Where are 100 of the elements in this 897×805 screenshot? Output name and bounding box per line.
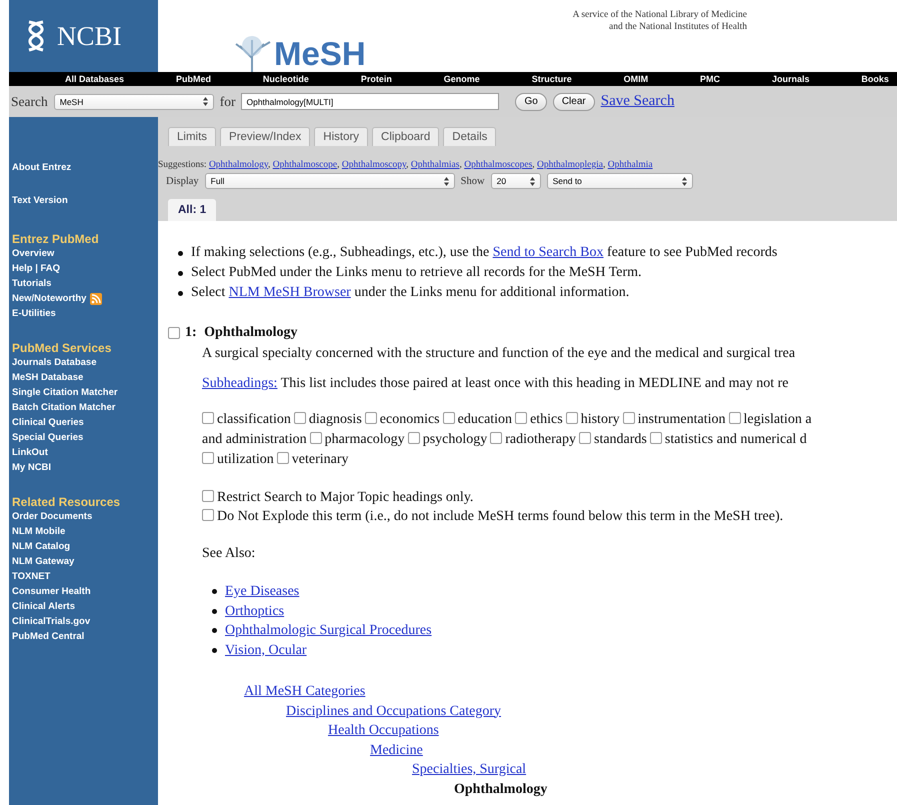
sidebar-link[interactable]: Single Citation Matcher: [12, 385, 118, 400]
checkbox[interactable]: [442, 412, 455, 424]
sidebar-link[interactable]: Help | FAQ: [12, 261, 60, 276]
sidebar-link[interactable]: My NCBI: [12, 460, 52, 475]
results-tab[interactable]: All: 1: [168, 199, 216, 221]
suggestion-link[interactable]: Ophthalmoscope: [272, 160, 338, 170]
database-link[interactable]: PubMed: [176, 74, 211, 84]
search-field[interactable]: Ophthalmology[MULTI]: [241, 93, 500, 110]
subheadings-link[interactable]: Subheadings:: [202, 376, 278, 391]
sidebar-link[interactable]: Journals Database: [12, 355, 96, 370]
tip-link[interactable]: NLM MeSH Browser: [228, 285, 351, 300]
sidebar-link[interactable]: PubMed Central: [12, 629, 84, 644]
sidebar-link[interactable]: TOXNET: [12, 569, 50, 584]
tree-link[interactable]: All MeSH Categories: [244, 684, 366, 699]
save-search-link[interactable]: Save Search: [600, 93, 674, 110]
subheading-label: legislation a: [744, 412, 812, 427]
sidebar-link[interactable]: NLM Mobile: [12, 524, 66, 539]
sidebar-link[interactable]: About Entrez: [12, 162, 158, 173]
checkbox[interactable]: [490, 432, 502, 444]
subheading-label: statistics and numerical d: [664, 432, 807, 447]
sidebar-link[interactable]: Consumer Health: [12, 584, 91, 599]
see-also-link[interactable]: Orthoptics: [225, 602, 284, 621]
checkbox[interactable]: [202, 490, 214, 502]
display-select[interactable]: Full: [204, 173, 455, 189]
database-select[interactable]: MeSH: [54, 94, 214, 110]
sidebar-link[interactable]: ClinicalTrials.gov: [12, 614, 90, 629]
sidebar-link[interactable]: New/Noteworthy: [12, 291, 86, 306]
show-select[interactable]: 20: [490, 173, 541, 189]
suggestion-link[interactable]: Ophthalmoscopy: [342, 160, 406, 170]
sidebar-link[interactable]: Order Documents: [12, 509, 92, 524]
definition-text: A surgical specialty concerned with the structure and function of the eye and the medical and surgical trea: [202, 346, 796, 362]
see-also-link[interactable]: Ophthalmologic Surgical Procedures: [225, 621, 432, 640]
sidebar-link[interactable]: Text Version: [12, 195, 158, 206]
sidebar-link[interactable]: Clinical Alerts: [12, 599, 76, 614]
subheading-label: classification: [217, 412, 291, 427]
sidebar-link[interactable]: MeSH Database: [12, 370, 84, 385]
checkbox[interactable]: [168, 327, 180, 339]
tab[interactable]: Clipboard: [372, 127, 440, 146]
sidebar-link[interactable]: Tutorials: [12, 276, 52, 291]
tab[interactable]: Preview/Index: [220, 127, 310, 146]
sidebar-link[interactable]: E-Utilities: [12, 306, 56, 321]
checkbox[interactable]: [566, 412, 578, 424]
suggestion-link[interactable]: Ophthalmology: [208, 160, 268, 170]
suggestion-link[interactable]: Ophthalmoplegia: [537, 160, 604, 170]
subheading-label: pharmacology: [324, 432, 405, 447]
checkbox[interactable]: [310, 432, 322, 444]
tab[interactable]: Limits: [168, 127, 216, 146]
tip-link[interactable]: Send to Search Box: [492, 245, 604, 260]
tip-text: Select PubMed under the Links menu to retrieve all records for the MeSH Term.: [191, 264, 642, 282]
sidebar-link[interactable]: Batch Citation Matcher: [12, 400, 116, 415]
sidebar-link[interactable]: Special Queries: [12, 430, 84, 445]
subheading-label: psychology: [422, 432, 488, 447]
see-also-link[interactable]: Vision, Ocular: [225, 640, 307, 660]
checkbox[interactable]: [622, 412, 635, 424]
tip-text: If making selections (e.g., Subheadings, etc.), use the Send to Search Box feature to see PubMed records: [191, 244, 778, 262]
search-button[interactable]: Clear: [552, 92, 595, 110]
checkbox[interactable]: [276, 452, 289, 464]
database-link[interactable]: Books: [861, 74, 889, 84]
checkbox[interactable]: [364, 412, 377, 424]
checkbox[interactable]: [202, 412, 214, 424]
checkbox[interactable]: [202, 452, 214, 464]
updown-arrow-icon: [682, 176, 687, 186]
checkbox[interactable]: [579, 432, 591, 444]
suggestion-link[interactable]: Ophthalmia: [608, 160, 653, 170]
suggestion-link[interactable]: Ophthalmias: [410, 160, 460, 170]
database-link[interactable]: Nucleotide: [262, 74, 309, 84]
database-link[interactable]: Journals: [772, 74, 810, 84]
subheading-label: education: [458, 412, 512, 427]
checkbox[interactable]: [728, 412, 740, 424]
checkbox[interactable]: [515, 412, 528, 424]
checkbox[interactable]: [202, 509, 214, 521]
sidebar-link[interactable]: NLM Gateway: [12, 554, 74, 569]
tree-link[interactable]: Disciplines and Occupations Category: [286, 704, 502, 718]
tree-link[interactable]: Medicine: [370, 742, 423, 758]
checkbox[interactable]: [408, 432, 420, 444]
bullet-icon: [212, 589, 217, 594]
database-link[interactable]: OMIM: [624, 74, 648, 84]
search-button[interactable]: Go: [515, 92, 547, 110]
sidebar-heading: Entrez PubMed: [12, 232, 100, 246]
database-link[interactable]: All Databases: [65, 74, 124, 84]
checkbox[interactable]: [294, 412, 306, 424]
sidebar-link[interactable]: NLM Catalog: [12, 539, 70, 554]
sidebar-link[interactable]: Clinical Queries: [12, 415, 84, 430]
send-to-select[interactable]: Send to: [546, 173, 693, 189]
database-link[interactable]: Structure: [532, 74, 572, 84]
checkbox[interactable]: [650, 432, 662, 444]
suggestions-text: Suggestions: Ophthalmology, Ophthalmoscope, Ophthalmoscopy, Ophthalmias, Ophthalmoscopes, Ophthalmoplegia, Ophthalmia: [158, 160, 654, 170]
database-link[interactable]: Protein: [360, 74, 392, 84]
database-link[interactable]: Genome: [444, 74, 480, 84]
see-also-link[interactable]: Eye Diseases: [225, 582, 300, 602]
database-link[interactable]: PMC: [700, 74, 720, 84]
tree-link[interactable]: Specialties, Surgical: [412, 762, 526, 777]
tree-link[interactable]: Health Occupations: [328, 723, 439, 738]
feed-icon[interactable]: [90, 292, 102, 304]
sidebar-link[interactable]: LinkOut: [12, 445, 48, 460]
tab[interactable]: History: [314, 127, 368, 146]
sidebar-link[interactable]: Overview: [12, 246, 54, 261]
tab[interactable]: Details: [443, 127, 496, 146]
mesh-logo: MeSH: [274, 37, 366, 70]
suggestion-link[interactable]: Ophthalmoscopes: [464, 160, 532, 170]
